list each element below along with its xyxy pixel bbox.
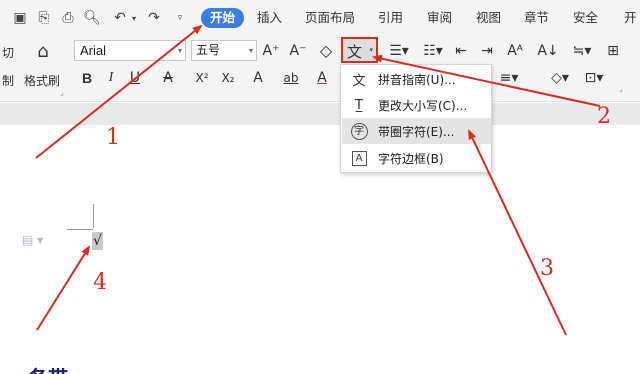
arrow-to-start-tab	[35, 24, 203, 159]
arrow-to-enclosed-character	[468, 129, 567, 336]
annotation-arrows	[35, 24, 601, 336]
arrow-to-phonetic-button	[372, 54, 601, 107]
arrow-to-character	[36, 245, 91, 331]
